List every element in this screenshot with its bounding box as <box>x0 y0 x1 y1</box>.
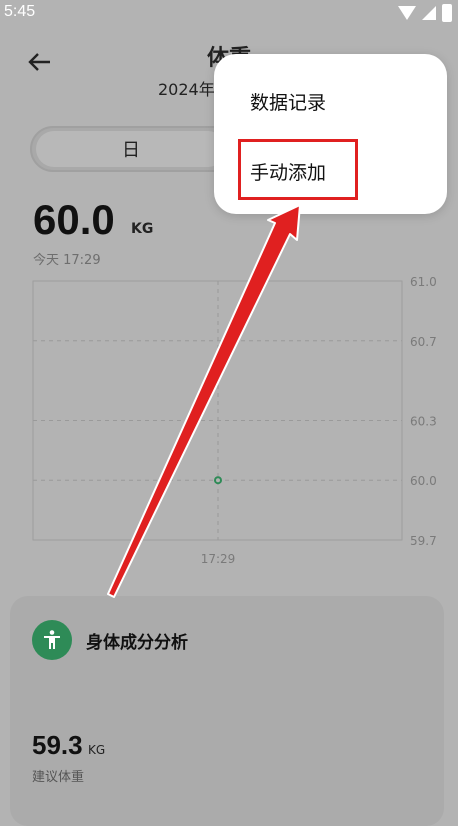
battery-icon <box>442 4 452 22</box>
card-title: 身体成分分析 <box>86 633 188 653</box>
signal-icon <box>422 6 436 20</box>
status-icons <box>398 4 452 22</box>
y-tick-label: 59.7 <box>410 534 437 548</box>
y-tick-label: 60.0 <box>410 474 437 488</box>
weight-chart: 61.0 60.7 60.3 60.0 59.7 17:29 <box>32 275 437 566</box>
highlight-box <box>238 139 358 200</box>
data-point <box>214 476 222 485</box>
status-bar: 5:45 <box>0 0 458 28</box>
tab-day[interactable]: 日 <box>36 131 226 167</box>
y-tick-label: 60.7 <box>410 335 437 349</box>
y-tick-label: 60.3 <box>410 414 437 428</box>
wifi-icon <box>398 6 416 20</box>
status-time: 5:45 <box>4 3 36 20</box>
ideal-weight-value: 59.3 <box>32 730 83 760</box>
menu-item-data-records[interactable]: 数据记录 <box>250 88 326 115</box>
body-composition-card[interactable]: 身体成分分析 59.3 KG 建议体重 <box>10 596 444 826</box>
ideal-weight-unit: KG <box>88 743 106 757</box>
person-icon <box>32 620 72 660</box>
weight-unit: KG <box>131 221 154 237</box>
x-tick-label: 17:29 <box>201 552 236 566</box>
date-subtitle[interactable]: 2024年 <box>158 76 215 100</box>
ideal-weight-label: 建议体重 <box>32 770 85 785</box>
y-tick-label: 61.0 <box>410 275 437 289</box>
weight-value: 60.0 <box>33 196 115 243</box>
weight-time: 今天 17:29 <box>33 253 101 268</box>
